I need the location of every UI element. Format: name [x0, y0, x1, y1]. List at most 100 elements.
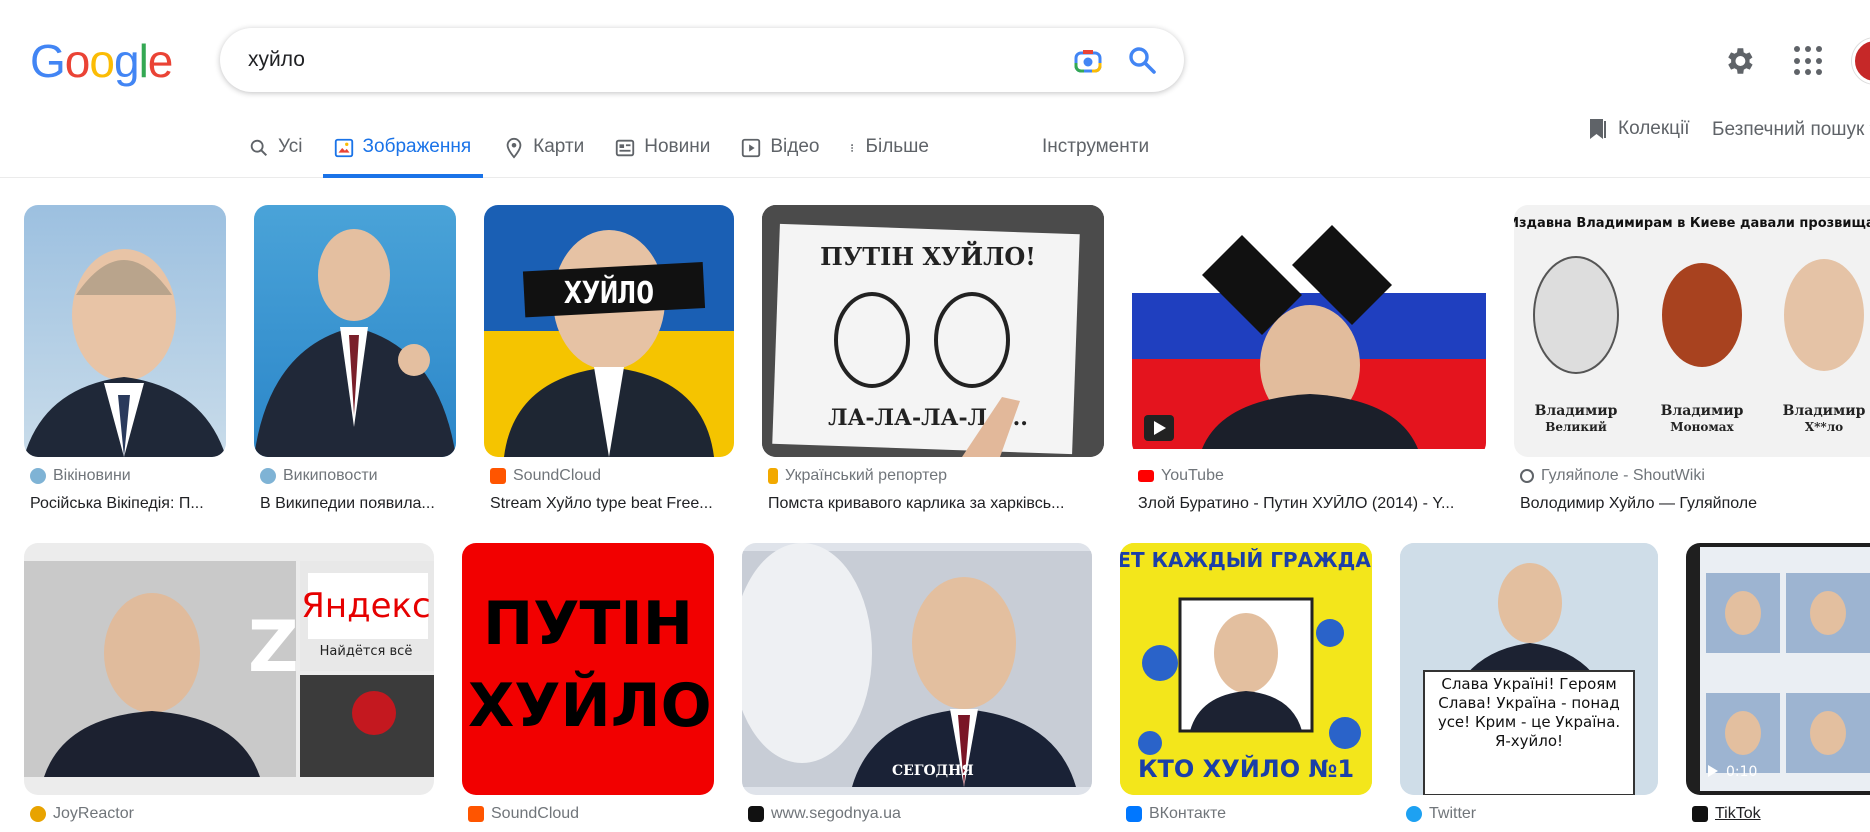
- image-result[interactable]: ХУЙЛО SoundCloud Stream Хуйло type beat …: [484, 205, 734, 525]
- search-box[interactable]: хуйло: [220, 28, 1184, 92]
- image-result[interactable]: Википовости В Википедии появила...: [254, 205, 456, 525]
- epithet-2: Мономах: [1670, 420, 1734, 434]
- result-source: www.segodnya.ua: [748, 805, 901, 823]
- header: Google хуйло Усі Зображення Карти Новини…: [0, 0, 1870, 178]
- joyreactor-icon: [30, 806, 46, 822]
- segodnya-icon: [748, 806, 764, 822]
- tiktok-icon: [1692, 806, 1708, 822]
- result-title[interactable]: Помста кривавого карлика за харківсь...: [768, 495, 1104, 513]
- tab-label: Усі: [278, 136, 303, 157]
- search-icon[interactable]: [1126, 44, 1158, 76]
- result-thumbnail[interactable]: ЗНАЕТ КАЖДЫЙ ГРАЖДАНИН КТО ХУЙЛО №1: [1120, 543, 1372, 795]
- result-source: Український репортер: [768, 467, 947, 485]
- result-source: JoyReactor: [30, 805, 134, 823]
- wikinews-icon: [30, 468, 46, 484]
- result-title[interactable]: Stream Хуйло type beat Free...: [490, 495, 734, 513]
- tab-label: Карти: [533, 136, 585, 157]
- result-thumbnail[interactable]: СЕГОДНЯ: [742, 543, 1092, 795]
- soundcloud-icon: [468, 806, 484, 822]
- tab-images[interactable]: Зображення: [322, 128, 484, 178]
- svg-text:Z: Z: [248, 606, 299, 688]
- result-thumbnail[interactable]: [1132, 205, 1486, 457]
- reporter-icon: [768, 468, 778, 484]
- portrait-image: ХУЙЛО: [504, 230, 714, 457]
- search-input[interactable]: хуйло: [248, 48, 305, 72]
- google-apps-icon[interactable]: [1794, 46, 1824, 76]
- yandex-text: Яндекс: [301, 586, 431, 626]
- image-result[interactable]: Z Яндекс Найдётся всё JoyReactor: [24, 543, 434, 832]
- tab-maps[interactable]: Карти: [501, 128, 594, 178]
- wikinews-icon: [260, 468, 276, 484]
- image-result[interactable]: СЕГОДНЯ www.segodnya.ua: [742, 543, 1092, 832]
- vk-bottom-text: КТО ХУЙЛО №1: [1138, 754, 1354, 783]
- globe-icon: [1520, 469, 1534, 483]
- image-result[interactable]: YouTube Злой Буратино - Путин ХУЙЛО (201…: [1132, 205, 1486, 525]
- image-result[interactable]: Издавна Владимирам в Киеве давали прозви…: [1514, 205, 1870, 525]
- history-header-text: Издавна Владимирам в Киеве давали прозви…: [1514, 216, 1870, 231]
- vk-icon: [1126, 806, 1142, 822]
- banner-text: ХУЙЛО: [564, 275, 654, 311]
- collections-label: Колекції: [1618, 118, 1690, 139]
- tools-button[interactable]: Інструменти: [1042, 136, 1149, 158]
- image-result[interactable]: ПУТІН ХУЙЛО SoundCloud: [462, 543, 714, 832]
- safe-search-label: Безпечний пошук: [1712, 119, 1865, 140]
- result-thumbnail[interactable]: [24, 205, 226, 457]
- name-2: Владимир: [1661, 403, 1744, 419]
- image-result[interactable]: 0:10 TikTok: [1686, 543, 1870, 832]
- settings-gear-icon[interactable]: [1722, 44, 1756, 78]
- camera-search-icon[interactable]: [1072, 45, 1104, 77]
- name-1: Владимир: [1535, 403, 1618, 419]
- twitter-sign-text: Слава Україні! Героям Слава! Україна - п…: [1437, 675, 1621, 750]
- result-source: YouTube: [1138, 467, 1224, 485]
- play-icon: [742, 138, 761, 158]
- tab-more[interactable]: Більше: [848, 128, 940, 178]
- result-title[interactable]: Володимир Хуйло — Гуляйполе: [1520, 495, 1870, 513]
- tab-label: Більше: [865, 136, 930, 157]
- image-result[interactable]: Вікіновини Російська Вікіпедія: П...: [24, 205, 226, 525]
- image-result[interactable]: ПУТІН ХУЙЛО! ЛА-ЛА-ЛА-ЛА... Український …: [762, 205, 1104, 525]
- result-thumbnail[interactable]: Z Яндекс Найдётся всё: [24, 543, 434, 795]
- tab-all[interactable]: Усі: [246, 128, 313, 178]
- twitter-icon: [1406, 806, 1422, 822]
- collage-image: Z Яндекс Найдётся всё: [24, 561, 434, 777]
- tab-label: Зображення: [362, 136, 472, 157]
- result-source: ВКонтакте: [1126, 805, 1226, 823]
- segodnya-watermark: СЕГОДНЯ: [892, 763, 974, 779]
- image-icon: [334, 138, 353, 158]
- tab-label: Відео: [770, 136, 820, 157]
- image-result[interactable]: Слава Україні! Героям Слава! Україна - п…: [1400, 543, 1658, 832]
- tab-news[interactable]: Новини: [612, 128, 720, 178]
- epithet-1: Великий: [1545, 420, 1607, 434]
- epithet-3: Х**ло: [1805, 420, 1843, 434]
- safe-search-button[interactable]: Безпечний пошук ▾: [1712, 118, 1870, 141]
- result-thumbnail[interactable]: Слава Україні! Героям Слава! Україна - п…: [1400, 543, 1658, 795]
- result-thumbnail[interactable]: ПУТІН ХУЙЛО: [462, 543, 714, 795]
- poster-image: ЗНАЕТ КАЖДЫЙ ГРАЖДАНИН КТО ХУЙЛО №1: [1120, 543, 1372, 795]
- result-thumbnail[interactable]: Издавна Владимирам в Киеве давали прозви…: [1514, 205, 1870, 457]
- sign-image: ПУТІН ХУЙЛО! ЛА-ЛА-ЛА-ЛА...: [762, 205, 1104, 457]
- result-source: Википовости: [260, 467, 378, 485]
- result-title[interactable]: Злой Буратино - Путин ХУЙЛО (2014) - Y..…: [1138, 495, 1486, 513]
- google-logo[interactable]: Google: [30, 36, 173, 86]
- result-thumbnail[interactable]: 0:10: [1686, 543, 1870, 795]
- result-source[interactable]: TikTok: [1692, 805, 1761, 823]
- result-title[interactable]: В Википедии появила...: [260, 495, 456, 513]
- result-title[interactable]: Російська Вікіпедія: П...: [30, 495, 226, 513]
- result-thumbnail[interactable]: ПУТІН ХУЙЛО! ЛА-ЛА-ЛА-ЛА...: [762, 205, 1104, 457]
- video-thumbnail-image: 0:10: [1700, 547, 1870, 791]
- tab-label: Новини: [644, 136, 711, 157]
- tab-videos[interactable]: Відео: [738, 128, 829, 178]
- image-result[interactable]: ЗНАЕТ КАЖДЫЙ ГРАЖДАНИН КТО ХУЙЛО №1 ВКон…: [1120, 543, 1372, 832]
- soundcloud-icon: [490, 468, 506, 484]
- red-poster-text: ПУТІН ХУЙЛО: [468, 589, 712, 741]
- result-source: Гуляйполе - ShoutWiki: [1520, 467, 1705, 485]
- video-duration: 0:10: [1726, 764, 1757, 780]
- result-thumbnail[interactable]: ХУЙЛО: [484, 205, 734, 457]
- collections-button[interactable]: Колекції: [1588, 118, 1690, 140]
- sign-photo-image: Слава Україні! Героям Слава! Україна - п…: [1400, 543, 1658, 795]
- account-avatar[interactable]: [1852, 38, 1870, 84]
- yandex-sub-text: Найдётся всё: [320, 644, 413, 659]
- portrait-image: [254, 229, 456, 457]
- more-vert-icon: [850, 144, 853, 152]
- result-thumbnail[interactable]: [254, 205, 456, 457]
